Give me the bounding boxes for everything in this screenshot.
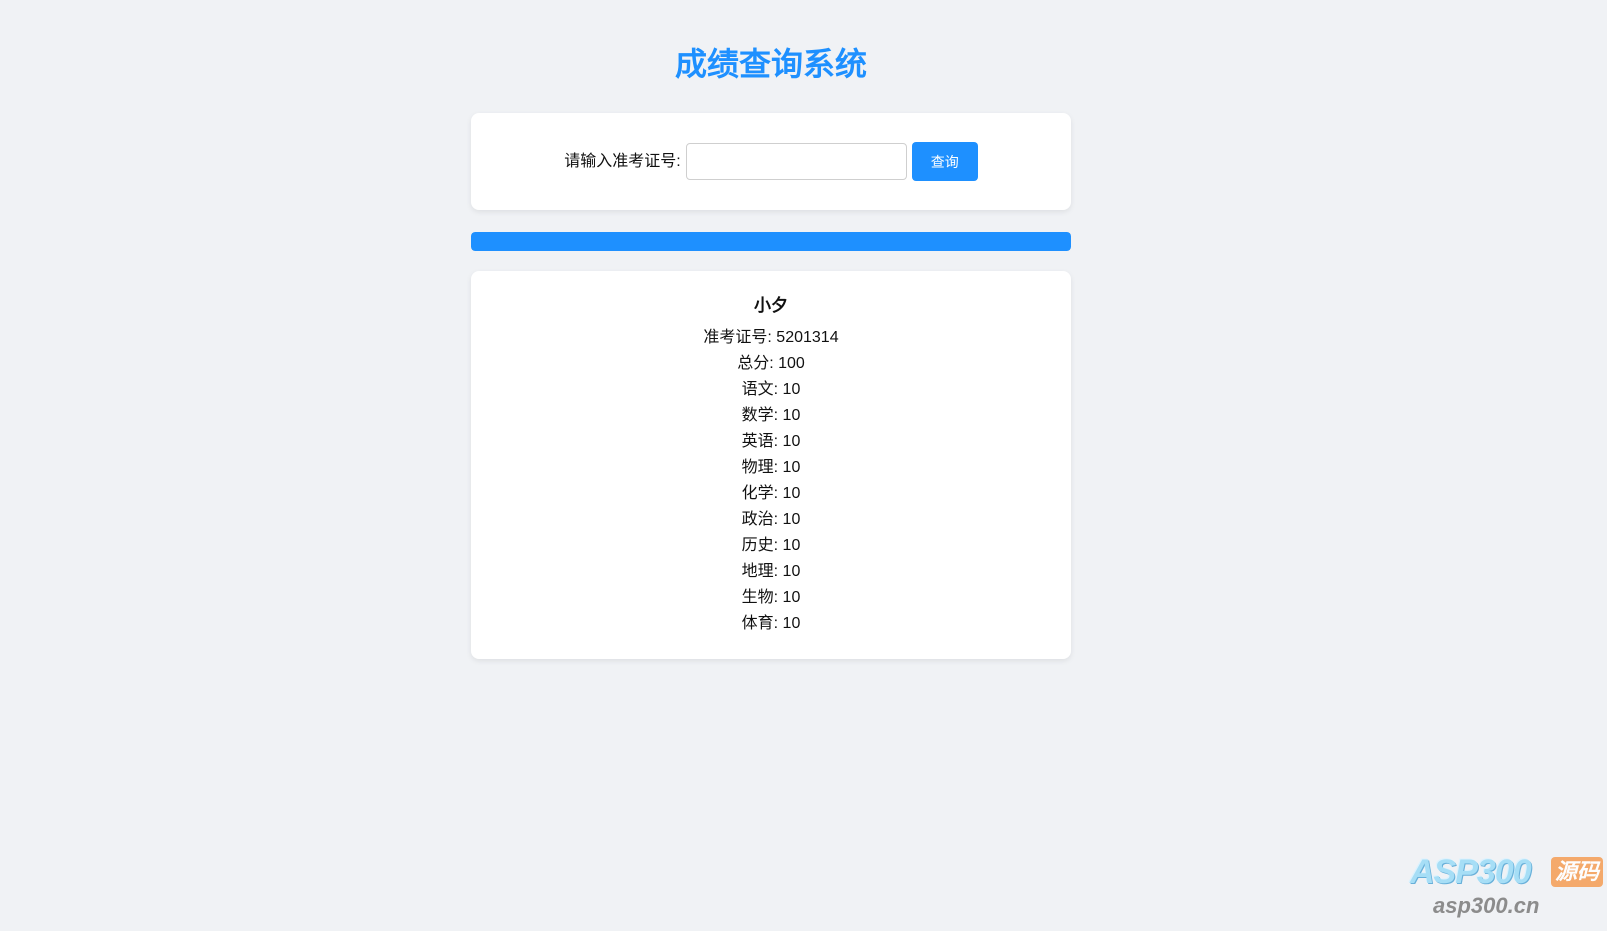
score-label: 总分 xyxy=(737,355,770,372)
score-row: 地理: 10 xyxy=(471,559,1071,585)
score-value: 10 xyxy=(782,511,801,528)
score-row: 生物: 10 xyxy=(471,585,1071,611)
score-separator: : xyxy=(773,589,783,606)
watermark-tag: 源码 xyxy=(1551,857,1603,887)
score-list: 准考证号: 5201314 总分: 100 语文: 10 数学: 10 英语: 10 物理… xyxy=(471,325,1071,637)
score-row: 数学: 10 xyxy=(471,403,1071,429)
score-value: 10 xyxy=(782,537,801,554)
score-value: 10 xyxy=(782,563,801,580)
score-value: 10 xyxy=(782,407,801,424)
score-label: 数学 xyxy=(741,407,774,424)
exam-number-input[interactable] xyxy=(685,143,907,180)
score-separator: : xyxy=(773,459,783,476)
score-separator: : xyxy=(773,433,783,450)
score-value: 10 xyxy=(782,381,801,398)
watermark-domain: asp300.cn xyxy=(1433,893,1540,918)
exam-number-label: 请输入准考证号: xyxy=(564,152,681,170)
score-separator: : xyxy=(773,407,783,424)
progress-bar xyxy=(471,232,1071,251)
query-button[interactable]: 查询 xyxy=(911,142,978,181)
score-row: 英语: 10 xyxy=(471,429,1071,455)
score-label: 地理 xyxy=(741,563,774,580)
score-value: 10 xyxy=(782,459,801,476)
page-title: 成绩查询系统 xyxy=(674,46,867,82)
score-value: 5201314 xyxy=(776,329,839,346)
score-row: 化学: 10 xyxy=(471,481,1071,507)
score-row: 语文: 10 xyxy=(471,377,1071,403)
score-row: 物理: 10 xyxy=(471,455,1071,481)
score-value: 10 xyxy=(782,589,801,606)
result-card: 小夕 准考证号: 5201314 总分: 100 语文: 10 数学: 10 英语: 1… xyxy=(471,271,1071,659)
student-name: 小夕 xyxy=(754,296,788,315)
score-label: 生物 xyxy=(741,589,774,606)
score-label: 体育 xyxy=(741,615,774,632)
score-value: 10 xyxy=(782,433,801,450)
progress-fill xyxy=(471,232,1071,251)
score-separator: : xyxy=(773,381,783,398)
score-separator: : xyxy=(773,563,783,580)
score-row: 政治: 10 xyxy=(471,507,1071,533)
score-separator: : xyxy=(769,355,779,372)
watermark-brand: ASP300 xyxy=(1410,853,1532,891)
score-value: 100 xyxy=(778,355,805,372)
score-label: 英语 xyxy=(741,433,774,450)
score-separator: : xyxy=(773,615,783,632)
score-separator: : xyxy=(773,485,783,502)
score-row: 历史: 10 xyxy=(471,533,1071,559)
score-separator: : xyxy=(773,511,783,528)
score-row: 体育: 10 xyxy=(471,611,1071,637)
score-separator: : xyxy=(767,329,777,346)
score-value: 10 xyxy=(782,615,801,632)
score-label: 化学 xyxy=(741,485,774,502)
score-label: 语文 xyxy=(741,381,774,398)
score-label: 物理 xyxy=(741,459,774,476)
score-row: 总分: 100 xyxy=(471,351,1071,377)
search-card: 请输入准考证号: 查询 xyxy=(471,113,1071,210)
score-row: 准考证号: 5201314 xyxy=(471,325,1071,351)
score-label: 历史 xyxy=(741,537,774,554)
score-value: 10 xyxy=(782,485,801,502)
score-separator: : xyxy=(773,537,783,554)
score-label: 准考证号 xyxy=(703,329,768,346)
score-label: 政治 xyxy=(741,511,774,528)
